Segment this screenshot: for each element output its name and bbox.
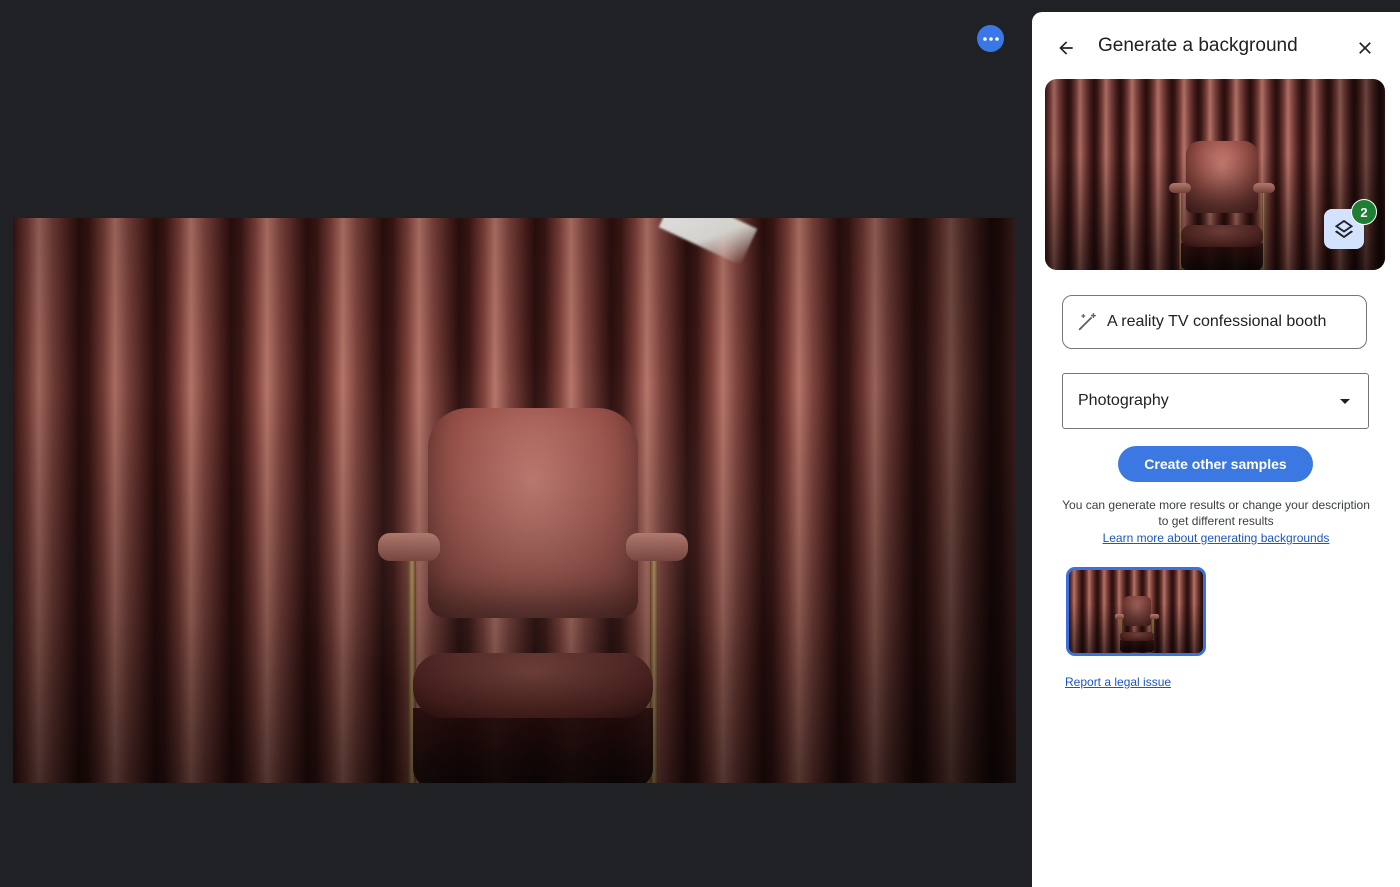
report-legal-issue-link[interactable]: Report a legal issue (1065, 675, 1171, 689)
arrow-back-icon (1059, 41, 1073, 55)
more-horiz-icon (982, 36, 999, 41)
video-stage (0, 0, 1032, 875)
prompt-text[interactable]: A reality TV confessional booth (1107, 313, 1326, 331)
learn-more-link[interactable]: Learn more about generating backgrounds (1056, 530, 1376, 546)
prompt-input[interactable]: A reality TV confessional booth (1062, 295, 1367, 349)
panel-title: Generate a background (1098, 35, 1298, 56)
back-button[interactable] (1052, 34, 1080, 62)
magic-wand-icon (1076, 311, 1098, 333)
background-preview-image (13, 218, 1016, 783)
close-icon (1359, 42, 1371, 54)
generate-background-panel: Generate a background 2 A reality TV con… (1032, 12, 1400, 887)
help-text: You can generate more results or change … (1062, 498, 1370, 528)
style-dropdown-value: Photography (1078, 392, 1169, 409)
style-dropdown[interactable]: Photography (1062, 373, 1369, 429)
dropdown-arrow-icon (1340, 398, 1350, 404)
create-other-samples-button[interactable]: Create other samples (1118, 446, 1313, 482)
panel-header: Generate a background (1032, 12, 1400, 80)
layers-icon (1334, 219, 1354, 239)
sample-thumbnail[interactable] (1066, 567, 1206, 656)
layers-count-badge: 2 (1351, 199, 1377, 225)
more-options-button[interactable] (977, 25, 1004, 52)
close-button[interactable] (1351, 34, 1379, 62)
